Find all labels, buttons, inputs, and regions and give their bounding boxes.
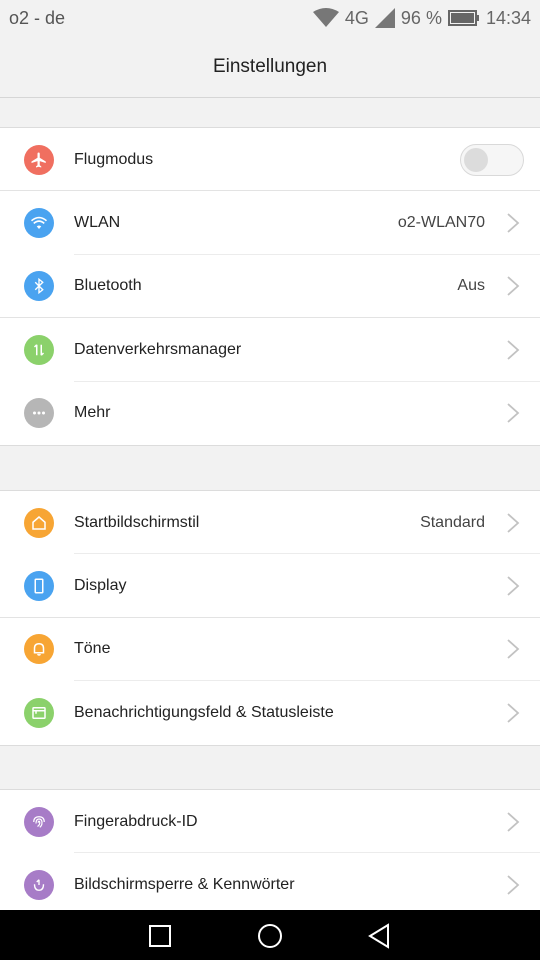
row-startbildschirmstil[interactable]: Startbildschirmstil Standard <box>0 491 540 555</box>
notification-panel-icon <box>24 697 54 728</box>
chevron-right-icon <box>507 276 520 297</box>
battery-percent: 96 % <box>400 7 442 28</box>
navigation-bar <box>0 910 540 960</box>
page-title: Einstellungen <box>212 55 328 77</box>
row-label: Startbildschirmstil <box>74 513 200 531</box>
chevron-right-icon <box>507 213 520 233</box>
row-toene[interactable]: Töne <box>0 618 540 682</box>
home-button[interactable] <box>256 922 284 950</box>
row-label: Töne <box>74 640 111 658</box>
chevron-right-icon <box>507 875 520 895</box>
lock-screen-icon <box>24 870 54 901</box>
row-fingerabdruck[interactable]: Fingerabdruck-ID <box>0 790 540 854</box>
back-button[interactable] <box>366 922 394 950</box>
airplane-icon <box>24 144 54 175</box>
row-label: Datenverkehrsmanager <box>74 340 242 358</box>
recent-apps-button[interactable] <box>146 922 174 950</box>
row-display[interactable]: Display <box>0 554 540 619</box>
chevron-right-icon <box>507 576 520 596</box>
title-bar: Einstellungen <box>0 36 540 98</box>
bluetooth-icon <box>24 271 54 302</box>
row-label: Flugmodus <box>74 150 154 168</box>
display-icon <box>24 571 54 602</box>
chevron-right-icon <box>507 703 520 723</box>
row-datenverkehrsmanager[interactable]: Datenverkehrsmanager <box>0 318 540 382</box>
status-icons: 4G 96 % 14:34 <box>312 6 531 30</box>
row-label: Display <box>74 577 127 595</box>
data-traffic-icon <box>24 334 54 365</box>
chevron-right-icon <box>507 812 520 832</box>
chevron-right-icon <box>507 513 520 533</box>
section-connectivity: Flugmodus WLAN o2-WLAN70 Bluetooth Aus D… <box>0 127 540 446</box>
chevron-right-icon <box>507 639 520 660</box>
row-label: Benachrichtigungsfeld & Statusleiste <box>74 703 334 721</box>
row-flugmodus[interactable]: Flugmodus <box>0 128 540 192</box>
row-label: Fingerabdruck-ID <box>74 812 198 830</box>
row-value: Aus <box>457 277 485 295</box>
network-type: 4G <box>344 7 369 28</box>
chevron-right-icon <box>507 340 520 360</box>
battery-icon <box>447 10 479 26</box>
row-bildschirmsperre[interactable]: Bildschirmsperre & Kennwörter <box>0 853 540 916</box>
row-wlan[interactable]: WLAN o2-WLAN70 <box>0 191 540 255</box>
row-value: Standard <box>420 513 485 531</box>
chevron-right-icon <box>507 403 520 423</box>
row-bluetooth[interactable]: Bluetooth Aus <box>0 255 540 319</box>
row-label: Bildschirmsperre & Kennwörter <box>74 876 295 894</box>
row-mehr[interactable]: Mehr <box>0 382 540 445</box>
carrier-label: o2 - de <box>9 8 66 28</box>
home-icon <box>24 507 54 538</box>
status-bar: o2 - de 4G 96 % 14:34 <box>0 0 540 36</box>
row-label: Bluetooth <box>74 277 142 295</box>
row-label: Mehr <box>74 404 111 422</box>
clock: 14:34 <box>485 7 531 28</box>
section-security: Fingerabdruck-ID Bildschirmsperre & Kenn… <box>0 789 540 917</box>
section-display: Startbildschirmstil Standard Display Tön… <box>0 490 540 746</box>
airplane-mode-toggle[interactable] <box>460 143 524 176</box>
fingerprint-icon <box>24 806 54 837</box>
bell-icon <box>24 634 54 665</box>
row-benachrichtigungsfeld[interactable]: Benachrichtigungsfeld & Statusleiste <box>0 681 540 744</box>
toggle-knob <box>464 147 488 172</box>
cell-signal-icon <box>374 8 395 28</box>
row-label: WLAN <box>74 214 121 232</box>
row-value: o2-WLAN70 <box>397 214 485 232</box>
wifi-icon <box>24 208 54 239</box>
more-icon <box>24 398 54 429</box>
wifi-signal-icon <box>312 8 339 27</box>
